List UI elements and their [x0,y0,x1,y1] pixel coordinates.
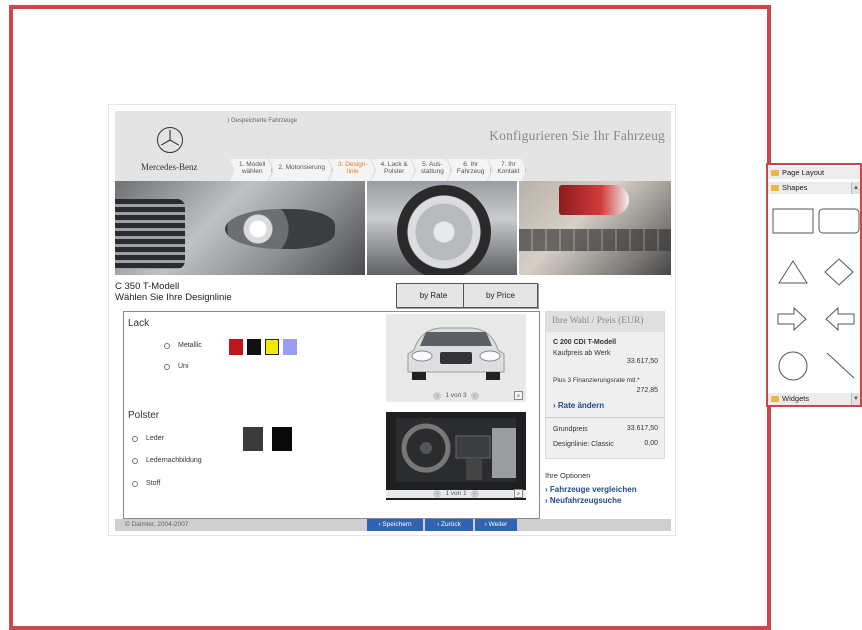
page-layout-section[interactable]: Page Layout [768,167,860,179]
step-1[interactable]: 1. Modell wählen [230,159,272,181]
back-button[interactable]: ‹ Zurück [425,519,473,531]
banner-wheel-image [365,181,517,275]
grundpreis-value: 33.617,50 [626,425,658,432]
widgets-section[interactable]: Widgets ▼ [768,393,860,405]
options-heading: Ihre Optionen [545,471,591,480]
upholstery-swatch-black[interactable] [272,427,292,451]
color-swatch-yellow[interactable] [265,339,279,355]
exterior-preview: ‹ 1 von 3 › ⌕ [386,314,526,402]
prev-arrow-icon[interactable]: ‹ [433,490,442,498]
zoom-icon[interactable]: ⌕ [514,391,523,400]
shapes-grid [768,201,860,393]
designlinie-label: Designlinie: Classic [553,441,614,448]
shapes-section[interactable]: Shapes ▲ [768,182,860,194]
step-7[interactable]: 7. Ihr Kontakt [488,159,526,181]
options-panel: Lack Metallic Uni Polster Leder Ledernac… [123,311,540,519]
summary-model: C 200 CDI T-Modell [553,339,617,346]
prev-arrow-icon[interactable]: ‹ [433,392,442,400]
model-heading: C 350 T-Modell Wählen Sie Ihre Designlin… [115,281,232,303]
polster-heading: Polster [128,410,160,421]
line-icon[interactable] [826,352,855,379]
configurator-mockup: ⟩ Gespeicherte Fahrzeuge Mercedes-Benz K… [108,104,676,536]
radio-stoff[interactable]: Stoff [132,480,160,487]
rounded-rectangle-icon[interactable] [818,208,860,234]
color-swatch-black[interactable] [247,339,261,355]
triangle-icon[interactable] [778,260,808,284]
diamond-icon[interactable] [824,258,854,286]
arrow-right-icon[interactable] [777,306,807,332]
interior-pager: ‹ 1 von 1 › [386,490,526,498]
rate-change-link[interactable]: › Rate ändern [553,401,604,410]
scroll-down-icon[interactable]: ▼ [851,393,860,405]
radio-icon [164,363,170,370]
folder-icon [771,396,779,402]
color-swatch-red[interactable] [229,339,243,355]
sort-by-rate-button[interactable]: by Rate [396,283,471,308]
kaufpreis-label: Kaufpreis ab Werk [553,350,611,357]
arrow-left-icon[interactable] [825,306,855,332]
copyright: © Daimler, 2004-2007 [125,521,189,528]
interior-preview: ‹ 1 von 1 › ⌕ [386,412,526,500]
radio-icon [164,342,170,349]
rate-label: Plus 3 Finanzierungsrate mtl.* [553,377,640,384]
kaufpreis-value: 33.617,50 [626,358,658,365]
grundpreis-label: Grundpreis [553,426,588,433]
car-front-image [407,327,505,380]
rate-value: 272,85 [636,387,658,394]
step-2[interactable]: 2. Motorisierung [269,159,332,181]
radio-icon [132,435,138,442]
upholstery-swatch-anthracite[interactable] [243,427,263,451]
banner-images [115,181,671,275]
footer-bar: © Daimler, 2004-2007 › Speichern ‹ Zurüc… [115,519,671,531]
compare-vehicles-link[interactable]: › Fahrzeuge vergleichen [545,485,637,494]
folder-icon [771,170,779,176]
new-vehicle-search-link[interactable]: › Neufahrzeugsuche [545,496,621,505]
radio-uni[interactable]: Uni [164,363,189,370]
summary-box: Ihre Wahl / Preis (EUR) C 200 CDI T-Mode… [545,311,665,459]
header: ⟩ Gespeicherte Fahrzeuge Mercedes-Benz K… [115,111,671,181]
page-title: Konfigurieren Sie Ihr Fahrzeug [489,128,665,143]
radio-icon [132,480,138,487]
radio-icon [132,457,138,464]
brand-name: Mercedes-Benz [141,162,198,172]
next-arrow-icon[interactable]: › [470,490,479,498]
folder-icon [771,185,779,191]
step-3[interactable]: 3. Design-linie [329,159,375,181]
step-6[interactable]: 6. Ihr Fahrzeug [448,159,491,181]
sort-by-price-button[interactable]: by Price [463,283,538,308]
rectangle-icon[interactable] [772,208,814,234]
radio-ledernachbildung[interactable]: Ledernachbildung [132,457,202,464]
saved-vehicles-link[interactable]: ⟩ Gespeicherte Fahrzeuge [227,117,297,124]
car-interior-image [396,418,516,482]
zoom-icon[interactable]: ⌕ [514,489,523,498]
step-navigation: 1. Modell wählen 2. Motorisierung 3. Desi… [230,159,523,181]
save-button[interactable]: › Speichern [367,519,423,531]
color-swatch-lilac[interactable] [283,339,297,355]
radio-leder[interactable]: Leder [132,435,164,442]
shape-palette: Page Layout Shapes ▲ Widgets ▼ [766,163,862,407]
lack-heading: Lack [128,318,150,329]
scroll-up-icon[interactable]: ▲ [851,182,860,194]
radio-metallic[interactable]: Metallic [164,342,202,349]
mercedes-star-logo [157,127,183,153]
step-5[interactable]: 5. Aus-stattung [412,159,451,181]
next-arrow-icon[interactable]: › [470,392,479,400]
banner-headlight-image [115,181,365,275]
designlinie-value: 0,00 [644,440,658,447]
banner-rear-image [517,181,671,275]
circle-icon[interactable] [778,351,808,381]
next-button[interactable]: › Weiter [475,519,517,531]
exterior-pager: ‹ 1 von 3 › [386,392,526,400]
summary-heading: Ihre Wahl / Preis (EUR) [546,312,664,332]
step-4[interactable]: 4. Lack & Polster [372,159,415,181]
